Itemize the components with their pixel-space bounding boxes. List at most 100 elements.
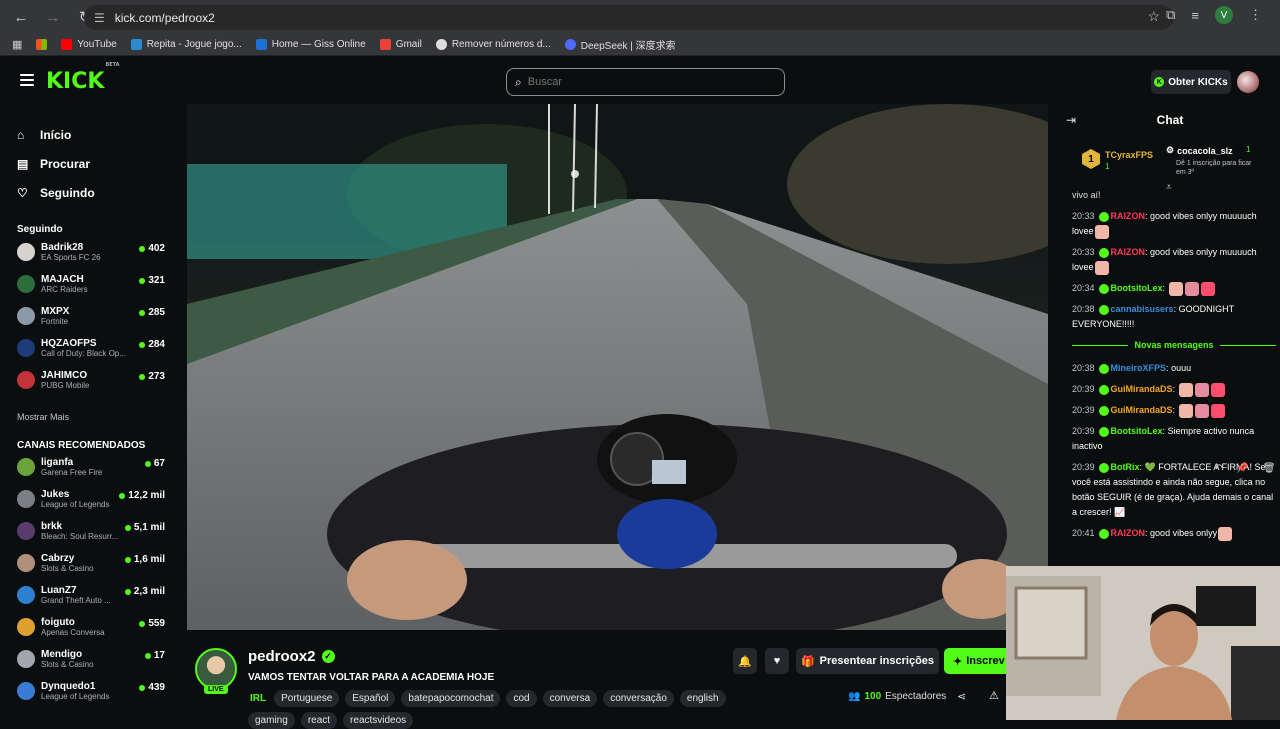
emote-icon [1184, 281, 1199, 296]
channel-avatar [17, 522, 35, 540]
message-user[interactable]: RAIZON [1111, 247, 1146, 257]
bookmark-star-icon[interactable]: ☆ [1147, 8, 1160, 25]
media-controls-icon[interactable]: ≡ [1191, 8, 1199, 23]
nav-home[interactable]: ⌂ Início [17, 120, 95, 149]
message-user[interactable]: GuiMirandaDS [1111, 405, 1173, 415]
get-kicks-button[interactable]: K Obter KICKs [1151, 70, 1231, 94]
message-user[interactable]: RAIZON [1111, 211, 1146, 221]
live-dot-icon [139, 341, 146, 348]
bookmark-remover[interactable]: Remover números d... [435, 39, 551, 50]
menu-kebab-icon[interactable]: ⋮ [1249, 7, 1262, 23]
message-user[interactable]: cannabisusers [1111, 304, 1174, 314]
site-info-icon[interactable]: ☰ [94, 11, 105, 25]
streamer-avatar[interactable] [195, 648, 237, 690]
channel-item[interactable]: Mendigo Slots & Casino 17 [17, 643, 165, 675]
bookmark-youtube[interactable]: YouTube [61, 39, 117, 50]
channel-name: Dynquedo1 [41, 681, 96, 692]
extensions-icon[interactable]: ⧉ [1166, 7, 1175, 23]
live-dot-icon [144, 460, 151, 467]
stream-tag[interactable]: batepapocomochat [401, 690, 501, 707]
nav-browse[interactable]: ▤ Procurar [17, 149, 95, 178]
profile-avatar[interactable]: V [1215, 6, 1233, 24]
stream-tag[interactable]: Portuguese [274, 690, 340, 707]
gift-subs-button[interactable]: 🎁 Presentear inscrições [796, 648, 939, 674]
channel-item[interactable]: Jukes League of Legends 12,2 mil [17, 483, 165, 515]
channel-category: Bleach: Soul Resurr... [41, 532, 119, 541]
message-user[interactable]: BotRix [1111, 462, 1140, 472]
subscribe-button[interactable]: ✦ Inscrev [944, 648, 1014, 674]
bookmark-giss[interactable]: Home — Giss Online [255, 39, 366, 50]
stream-tag[interactable]: gaming [248, 712, 295, 729]
second-count: 1 [1246, 145, 1251, 154]
stream-tag[interactable]: cod [506, 690, 537, 707]
streamer-name[interactable]: pedroox2 [248, 648, 316, 665]
stream-tag[interactable]: react [300, 712, 338, 729]
emote-icon [1218, 526, 1233, 541]
live-dot-icon [124, 524, 131, 531]
message-time: 20:39 [1072, 405, 1095, 415]
channel-category: Garena Free Fire [41, 468, 103, 477]
channel-item[interactable]: liganfa Garena Free Fire 67 [17, 451, 165, 483]
channel-item[interactable]: Dynquedo1 League of Legends 439 [17, 675, 165, 707]
stream-tag[interactable]: conversa [542, 690, 598, 707]
message-user[interactable]: BootsitoLex [1111, 426, 1163, 436]
channel-viewers: 67 [144, 458, 165, 469]
stream-tag[interactable]: conversação [603, 690, 674, 707]
follow-button[interactable]: ♥ [765, 648, 789, 674]
channel-item[interactable]: LuanZ7 Grand Theft Auto ... 2,3 mil [17, 579, 165, 611]
channel-item[interactable]: JAHIMCO PUBG Mobile 273 [17, 364, 165, 396]
message-time: 20:38 [1072, 304, 1095, 314]
channel-item[interactable]: brkk Bleach: Soul Resurr... 5,1 mil [17, 515, 165, 547]
search-input[interactable] [527, 76, 768, 88]
apps-icon[interactable]: ▦ [12, 38, 22, 51]
emote-icon [1168, 281, 1183, 296]
video-player[interactable] [187, 104, 1048, 630]
channel-item[interactable]: MXPX Fortnite 285 [17, 300, 165, 332]
message-time: 20:38 [1072, 363, 1095, 373]
channel-viewers: 273 [139, 371, 165, 382]
stream-tag[interactable]: reactsvideos [343, 712, 414, 729]
channel-item[interactable]: HQZAOFPS Call of Duty: Black Op... 284 [17, 332, 165, 364]
stream-tag[interactable]: Español [345, 690, 396, 707]
message-user[interactable]: GuiMirandaDS [1111, 384, 1173, 394]
bookmark-deepseek[interactable]: DeepSeek | 深度求索 [564, 37, 676, 52]
channel-viewers: 285 [139, 307, 165, 318]
bookmark-gmail[interactable]: Gmail [379, 39, 422, 50]
back-icon[interactable]: ← [10, 6, 32, 28]
channel-item[interactable]: Cabrzy Slots & Casino 1,6 mil [17, 547, 165, 579]
message-user[interactable]: RAIZON [1111, 528, 1146, 538]
bookmark-repita[interactable]: Repita - Jogue jogo... [130, 39, 242, 50]
nav-following[interactable]: ♡ Seguindo [17, 178, 95, 207]
show-more-link[interactable]: Mostrar Mais [17, 412, 69, 422]
category-tag[interactable]: IRL [248, 690, 268, 707]
second-user[interactable]: ⚙ cocacola_slz [1166, 145, 1233, 156]
live-dot-icon [139, 309, 146, 316]
search-box[interactable]: ⌕ [506, 68, 785, 96]
stream-tag[interactable]: english [679, 690, 726, 707]
home-icon: ⌂ [17, 127, 25, 142]
channel-item[interactable]: foiguto Apenas Conversa 559 [17, 611, 165, 643]
message-user[interactable]: MineiroXFPS [1111, 363, 1167, 373]
channel-avatar [17, 650, 35, 668]
leader-count: 1 [1105, 162, 1110, 171]
kick-logo[interactable]: KICKBETA [46, 62, 120, 94]
live-dot-icon [139, 277, 146, 284]
delete-icon[interactable]: 🗑 [1263, 463, 1276, 474]
channel-avatar [17, 275, 35, 293]
hamburger-menu-icon[interactable] [20, 74, 34, 86]
windows-icon[interactable] [36, 39, 48, 50]
report-icon[interactable]: ⚠ [989, 689, 999, 702]
channel-item[interactable]: Badrik28 EA Sports FC 26 402 [17, 236, 165, 268]
address-bar[interactable]: ☰ kick.com/pedroox2 [84, 5, 1174, 30]
message-user[interactable]: BootsitoLex [1111, 283, 1163, 293]
pin-icon[interactable]: 📌 [1236, 463, 1248, 474]
user-avatar[interactable] [1237, 71, 1259, 93]
channel-item[interactable]: MAJACH ARC Raiders 321 [17, 268, 165, 300]
share-icon[interactable]: ⋖ [957, 690, 966, 703]
channel-avatar [17, 243, 35, 261]
reply-icon[interactable]: ↶ [1214, 463, 1222, 474]
channel-category: ARC Raiders [41, 285, 88, 294]
forward-icon[interactable]: → [42, 6, 64, 28]
notifications-button[interactable]: 🔔 [733, 648, 757, 674]
leader-user[interactable]: TCyraxFPS [1105, 150, 1153, 160]
